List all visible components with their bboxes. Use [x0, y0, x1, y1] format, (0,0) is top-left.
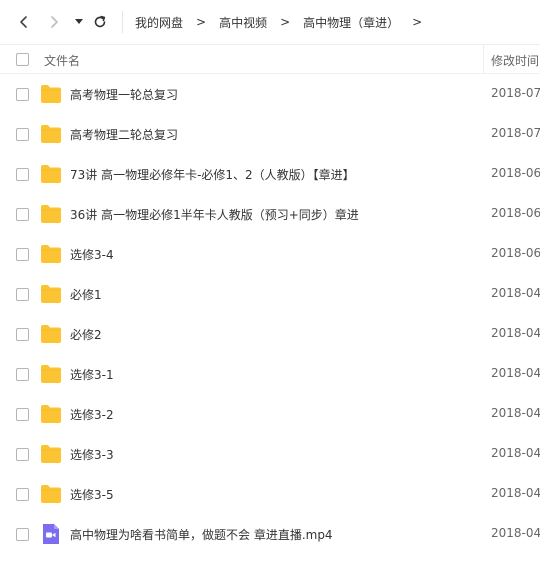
file-name[interactable]: 36讲 高一物理必修1半年卡人教版（预习+同步）章进	[70, 206, 359, 223]
file-name[interactable]: 选修3-5	[70, 486, 114, 503]
file-row[interactable]: 必修1 2018-04-	[0, 274, 540, 314]
file-row[interactable]: 高考物理二轮总复习 2018-07-	[0, 114, 540, 154]
breadcrumb-separator: >	[280, 15, 291, 29]
row-checkbox[interactable]	[16, 88, 29, 101]
breadcrumb-item-videos[interactable]: 高中视频	[215, 14, 271, 31]
row-checkbox[interactable]	[16, 248, 29, 261]
file-date: 2018-04-	[491, 286, 540, 300]
file-name[interactable]: 必修2	[70, 326, 102, 343]
file-name[interactable]: 选修3-2	[70, 406, 114, 423]
refresh-icon	[94, 15, 106, 28]
folder-icon	[41, 325, 61, 343]
select-all-checkbox[interactable]	[16, 53, 29, 66]
video-file-icon	[43, 524, 59, 544]
folder-icon	[41, 445, 61, 463]
folder-icon	[41, 165, 61, 183]
file-date: 2018-04-	[491, 486, 540, 500]
file-row[interactable]: 必修2 2018-04-	[0, 314, 540, 354]
file-browser: 我的网盘 > 高中视频 > 高中物理（章进） > 文件名 修改时间 高考物理一轮…	[0, 0, 540, 572]
breadcrumb-item-physics[interactable]: 高中物理（章进）	[299, 14, 403, 31]
breadcrumb: 我的网盘 > 高中视频 > 高中物理（章进） >	[131, 14, 431, 31]
row-checkbox[interactable]	[16, 208, 29, 221]
folder-icon	[41, 245, 61, 263]
chevron-right-icon	[51, 16, 58, 28]
file-date: 2018-04-	[491, 366, 540, 380]
file-row[interactable]: 选修3-5 2018-04-	[0, 474, 540, 514]
folder-icon	[41, 485, 61, 503]
file-date: 2018-07-	[491, 126, 540, 140]
column-divider[interactable]	[483, 45, 484, 74]
row-checkbox[interactable]	[16, 408, 29, 421]
file-name[interactable]: 73讲 高一物理必修年卡-必修1、2（人教版）【章进】	[70, 166, 355, 183]
row-checkbox[interactable]	[16, 368, 29, 381]
breadcrumb-separator[interactable]: >	[403, 15, 431, 29]
folder-icon	[41, 405, 61, 423]
breadcrumb-separator: >	[196, 15, 207, 29]
back-button[interactable]	[12, 10, 36, 34]
chevron-left-icon	[20, 16, 27, 28]
file-row[interactable]: 高中物理为啥看书简单，做题不会 章进直播.mp4 2018-04-	[0, 514, 540, 554]
caret-down-icon	[75, 19, 83, 24]
file-date: 2018-04-	[491, 326, 540, 340]
breadcrumb-item-root[interactable]: 我的网盘	[131, 14, 187, 31]
file-row[interactable]: 73讲 高一物理必修年卡-必修1、2（人教版）【章进】 2018-06-	[0, 154, 540, 194]
file-name[interactable]: 高考物理二轮总复习	[70, 126, 178, 143]
column-header-date[interactable]: 修改时间	[491, 52, 539, 69]
file-date: 2018-04-	[491, 446, 540, 460]
row-checkbox[interactable]	[16, 168, 29, 181]
folder-icon	[41, 365, 61, 383]
folder-icon	[41, 205, 61, 223]
file-name[interactable]: 高中物理为啥看书简单，做题不会 章进直播.mp4	[70, 526, 333, 543]
folder-icon	[41, 85, 61, 103]
folder-icon	[41, 285, 61, 303]
row-checkbox[interactable]	[16, 528, 29, 541]
toolbar-divider	[122, 11, 123, 33]
file-row[interactable]: 选修3-2 2018-04-	[0, 394, 540, 434]
list-header: 文件名 修改时间	[0, 44, 540, 74]
column-header-name[interactable]: 文件名	[44, 52, 80, 69]
row-checkbox[interactable]	[16, 448, 29, 461]
row-checkbox[interactable]	[16, 488, 29, 501]
file-name[interactable]: 高考物理一轮总复习	[70, 86, 178, 103]
file-row[interactable]: 选修3-3 2018-04-	[0, 434, 540, 474]
row-checkbox[interactable]	[16, 128, 29, 141]
row-checkbox[interactable]	[16, 288, 29, 301]
folder-icon	[41, 125, 61, 143]
file-date: 2018-04-	[491, 526, 540, 540]
file-name[interactable]: 选修3-4	[70, 246, 114, 263]
file-date: 2018-04-	[491, 406, 540, 420]
history-dropdown-button[interactable]	[72, 10, 86, 34]
refresh-button[interactable]	[88, 10, 112, 34]
file-date: 2018-06-	[491, 166, 540, 180]
forward-button[interactable]	[42, 10, 66, 34]
file-date: 2018-07-	[491, 86, 540, 100]
file-name[interactable]: 选修3-1	[70, 366, 114, 383]
file-row[interactable]: 选修3-4 2018-06-	[0, 234, 540, 274]
file-name[interactable]: 必修1	[70, 286, 102, 303]
toolbar: 我的网盘 > 高中视频 > 高中物理（章进） >	[0, 0, 540, 44]
file-row[interactable]: 36讲 高一物理必修1半年卡人教版（预习+同步）章进 2018-06-	[0, 194, 540, 234]
file-name[interactable]: 选修3-3	[70, 446, 114, 463]
file-row[interactable]: 高考物理一轮总复习 2018-07-	[0, 74, 540, 114]
file-date: 2018-06-	[491, 246, 540, 260]
file-row[interactable]: 选修3-1 2018-04-	[0, 354, 540, 394]
row-checkbox[interactable]	[16, 328, 29, 341]
file-date: 2018-06-	[491, 206, 540, 220]
